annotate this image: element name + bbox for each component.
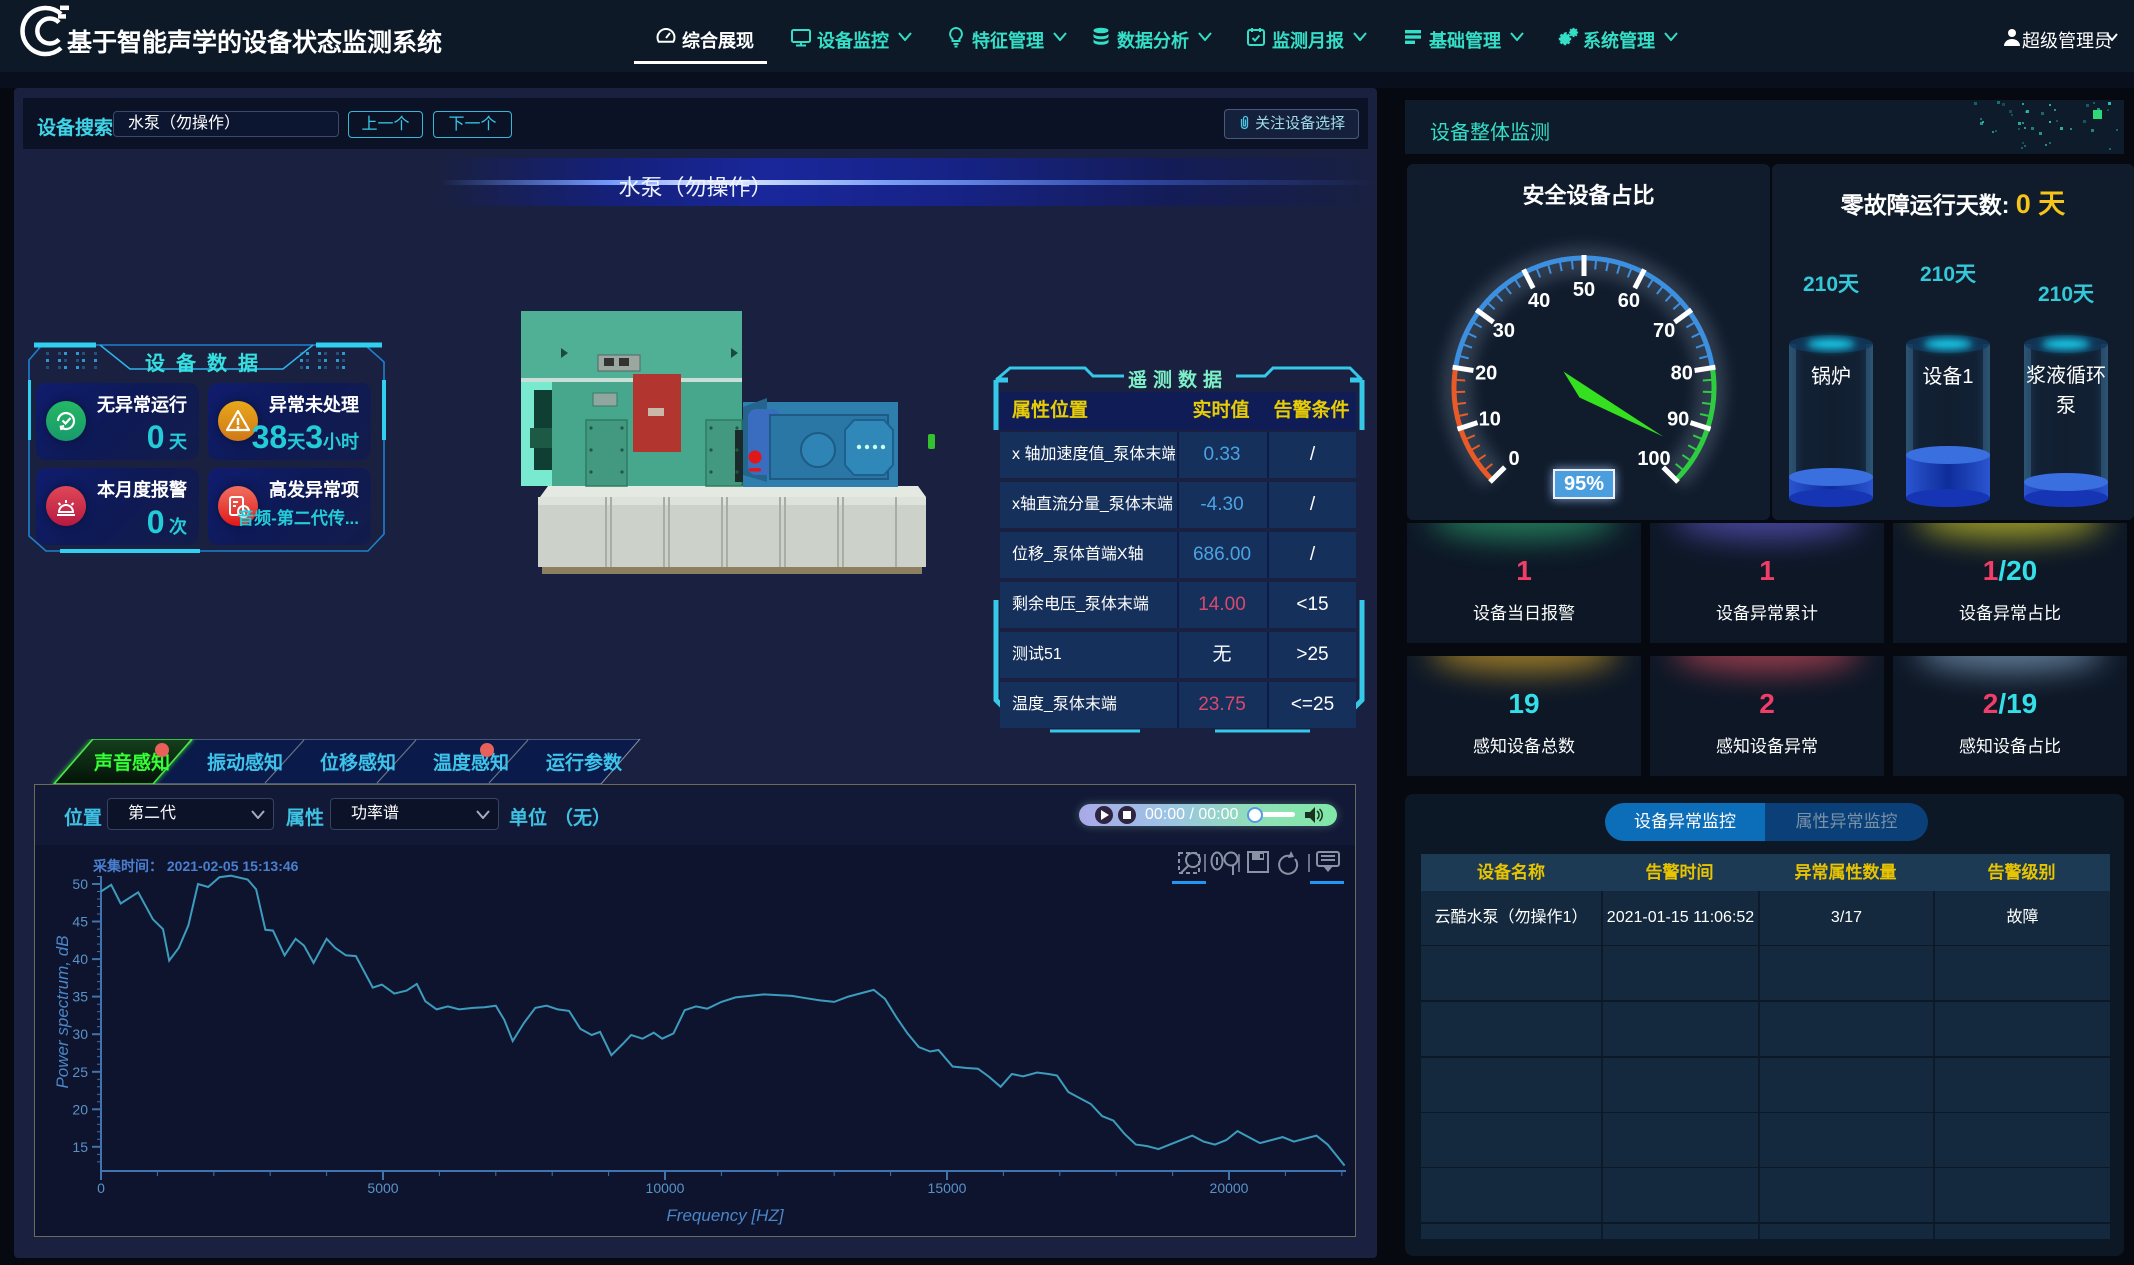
svg-text:40: 40 bbox=[1528, 290, 1550, 312]
svg-text:振动感知: 振动感知 bbox=[207, 751, 283, 774]
svg-text:100: 100 bbox=[1637, 448, 1670, 470]
svg-text:70: 70 bbox=[1653, 320, 1675, 342]
svg-text:50: 50 bbox=[1573, 279, 1595, 301]
svg-text:0: 0 bbox=[1508, 448, 1519, 470]
svg-text:泵: 泵 bbox=[2056, 395, 2076, 417]
svg-text:90: 90 bbox=[1667, 409, 1689, 431]
svg-text:运行参数: 运行参数 bbox=[546, 751, 623, 774]
svg-text:20: 20 bbox=[1475, 363, 1497, 385]
svg-text:80: 80 bbox=[1671, 363, 1693, 385]
svg-text:60: 60 bbox=[1618, 290, 1640, 312]
svg-text:锅炉: 锅炉 bbox=[1811, 365, 1851, 388]
svg-text:浆液循环: 浆液循环 bbox=[2026, 364, 2106, 387]
svg-text:温度感知: 温度感知 bbox=[433, 751, 509, 774]
svg-text:30: 30 bbox=[1493, 320, 1515, 342]
svg-text:设备1: 设备1 bbox=[1922, 365, 1973, 388]
svg-text:10: 10 bbox=[1479, 409, 1501, 431]
svg-text:位移感知: 位移感知 bbox=[320, 751, 396, 774]
